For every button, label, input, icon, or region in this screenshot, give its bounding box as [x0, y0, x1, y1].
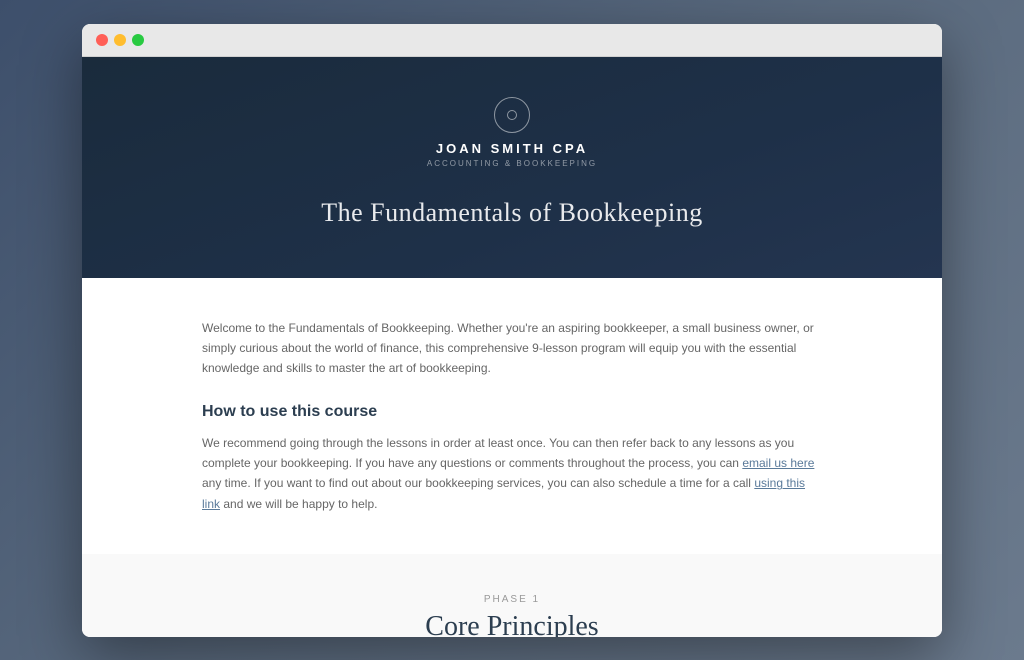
minimize-dot[interactable] — [114, 34, 126, 46]
hero-section: JOAN SMITH CPA ACCOUNTING & BOOKKEEPING … — [82, 57, 942, 278]
brand-logo: JOAN SMITH CPA ACCOUNTING & BOOKKEEPING — [102, 97, 922, 168]
browser-content: JOAN SMITH CPA ACCOUNTING & BOOKKEEPING … — [82, 57, 942, 637]
page-title: The Fundamentals of Bookkeeping — [102, 198, 922, 228]
phase-label: PHASE 1 — [122, 594, 902, 605]
brand-name: JOAN SMITH CPA — [436, 141, 588, 156]
how-to-text-part3: and we will be happy to help. — [220, 497, 377, 511]
how-to-heading: How to use this course — [202, 403, 822, 421]
main-content: Welcome to the Fundamentals of Bookkeepi… — [82, 278, 942, 555]
how-to-text: We recommend going through the lessons i… — [202, 433, 822, 515]
how-to-text-part1: We recommend going through the lessons i… — [202, 436, 794, 470]
intro-paragraph: Welcome to the Fundamentals of Bookkeepi… — [202, 318, 822, 379]
browser-window: JOAN SMITH CPA ACCOUNTING & BOOKKEEPING … — [82, 24, 942, 637]
phase-section: PHASE 1 Core Principles ✓ — [82, 554, 942, 636]
logo-inner-circle — [507, 110, 517, 120]
close-dot[interactable] — [96, 34, 108, 46]
maximize-dot[interactable] — [132, 34, 144, 46]
browser-titlebar — [82, 24, 942, 57]
email-link[interactable]: email us here — [742, 456, 814, 470]
logo-icon — [494, 97, 530, 133]
phase-title: Core Principles — [122, 611, 902, 636]
how-to-text-part2: any time. If you want to find out about … — [202, 476, 754, 490]
brand-tagline: ACCOUNTING & BOOKKEEPING — [427, 159, 597, 168]
